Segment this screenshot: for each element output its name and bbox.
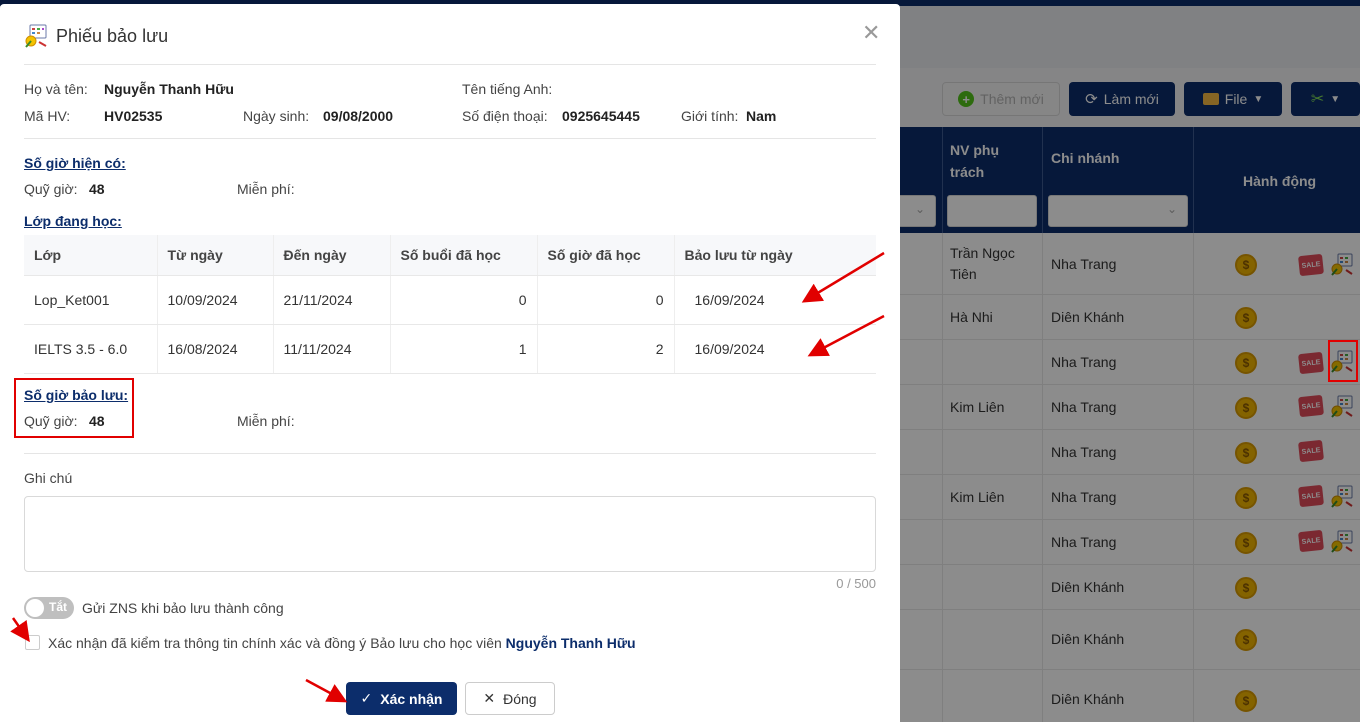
class-name: Lop_Ket001 (24, 275, 158, 325)
from-date: 10/09/2024 (157, 275, 274, 325)
phone-label: Số điện thoại: (462, 108, 548, 124)
check-icon: ✓ (360, 690, 373, 706)
student-code: HV02535 (104, 108, 163, 124)
from-date: 16/08/2024 (157, 324, 274, 374)
english-name-label: Tên tiếng Anh: (462, 81, 553, 97)
quota-label: Quỹ giờ: (24, 181, 78, 197)
note-char-counter: 0 / 500 (836, 576, 876, 591)
table-row: IELTS 3.5 - 6.0 16/08/2024 11/11/2024 1 … (24, 324, 876, 374)
reserve-hours-heading: Số giờ bảo lưu: (24, 387, 129, 403)
hours-count: 0 (537, 275, 675, 325)
table-header-row: Lớp Từ ngày Đến ngày Số buổi đã học Số g… (24, 235, 876, 276)
class-name: IELTS 3.5 - 6.0 (24, 324, 158, 374)
dialog-title: Phiếu bảo lưu (24, 24, 168, 48)
confirm-button[interactable]: ✓ Xác nhận (346, 682, 457, 715)
name-label: Họ và tên: (24, 81, 88, 97)
reserve-icon (25, 24, 47, 48)
gender-label: Giới tính: (681, 108, 739, 124)
sessions-count: 1 (390, 324, 538, 374)
divider (24, 64, 876, 65)
highlight-box (1328, 340, 1358, 382)
col-hours: Số giờ đã học (537, 235, 675, 276)
zns-label: Gửi ZNS khi bảo lưu thành công (82, 600, 284, 616)
confirm-button-label: Xác nhận (380, 690, 443, 707)
close-button-label: Đóng (503, 690, 537, 707)
dob-label: Ngày sinh: (243, 108, 310, 124)
free-label: Miễn phí: (237, 181, 295, 197)
classes-table: Lớp Từ ngày Đến ngày Số buổi đã học Số g… (24, 235, 876, 374)
to-date: 21/11/2024 (273, 275, 391, 325)
classes-heading: Lớp đang học: (24, 213, 122, 229)
confirm-statement: Xác nhận đã kiểm tra thông tin chính xác… (48, 635, 502, 651)
close-icon[interactable]: ✕ (862, 22, 880, 44)
hours-count: 2 (537, 324, 675, 374)
divider (24, 138, 876, 139)
confirm-student-name: Nguyễn Thanh Hữu (505, 635, 636, 651)
dialog-title-text: Phiếu bảo lưu (56, 25, 169, 46)
quota-value: 48 (89, 181, 105, 197)
col-class: Lớp (24, 235, 158, 276)
to-date: 11/11/2024 (273, 324, 391, 374)
gender-value: Nam (746, 108, 777, 124)
confirm-text: Xác nhận đã kiểm tra thông tin chính xác… (48, 635, 636, 651)
reserve-dialog: Phiếu bảo lưu ✕ Họ và tên: Nguyễn Thanh … (0, 4, 900, 722)
student-name: Nguyễn Thanh Hữu (104, 81, 234, 97)
note-textarea[interactable] (24, 496, 876, 572)
current-hours-heading: Số giờ hiện có: (24, 155, 126, 171)
zns-toggle[interactable]: Tắt (24, 597, 74, 619)
reserve-from-date[interactable]: 16/09/2024 (674, 324, 876, 374)
table-row: Lop_Ket001 10/09/2024 21/11/2024 0 0 16/… (24, 275, 876, 325)
phone-value: 0925645445 (562, 108, 640, 124)
sessions-count: 0 (390, 275, 538, 325)
toggle-knob (26, 599, 44, 617)
reserve-free-label: Miễn phí: (237, 413, 295, 429)
student-code-label: Mã HV: (24, 108, 71, 124)
dob-value: 09/08/2000 (323, 108, 394, 124)
col-to-date: Đến ngày (273, 235, 391, 276)
close-button[interactable]: ✕ Đóng (465, 682, 555, 715)
reserve-quota-value: 48 (89, 413, 105, 429)
col-from-date: Từ ngày (157, 235, 274, 276)
reserve-quota-label: Quỹ giờ: (24, 413, 78, 429)
close-icon: ✕ (483, 690, 496, 706)
divider (24, 453, 876, 454)
confirm-checkbox[interactable] (25, 635, 40, 650)
col-reserve-from: Bảo lưu từ ngày (674, 235, 876, 276)
toggle-state: Tắt (49, 600, 67, 614)
note-label: Ghi chú (24, 470, 73, 486)
col-sessions: Số buổi đã học (390, 235, 538, 276)
reserve-from-date[interactable]: 16/09/2024 (674, 275, 876, 325)
